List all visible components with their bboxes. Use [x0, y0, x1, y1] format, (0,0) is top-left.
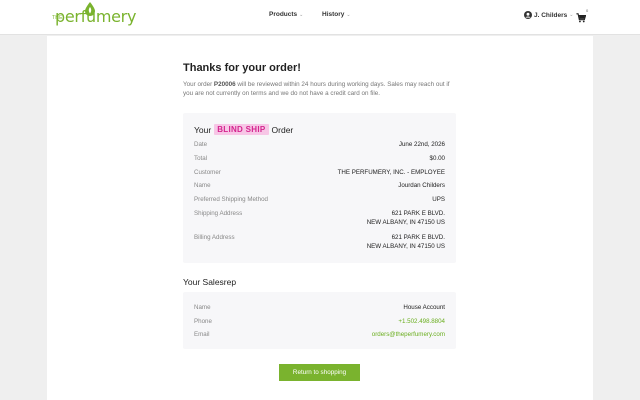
blind-ship-badge: BLIND SHIP: [214, 124, 269, 135]
user-account-menu[interactable]: J. Childers ⌄: [524, 11, 573, 19]
email-link[interactable]: orders@theperfumery.com: [372, 330, 445, 339]
row-value: House Account: [403, 304, 445, 311]
chevron-down-icon: ⌄: [346, 11, 351, 18]
row-value: 621 PARK E BLVD. NEW ALBANY, IN 47150 US: [367, 209, 445, 227]
perfumery-logo[interactable]: THE perfumery: [52, 2, 136, 32]
row-label: Name: [194, 304, 211, 311]
row-value: UPS: [432, 196, 445, 203]
nav-products-menu[interactable]: Products ⌄: [269, 11, 303, 18]
row-value: 621 PARK E BLVD. NEW ALBANY, IN 47150 US: [367, 233, 445, 251]
order-title-prefix: Your: [194, 124, 212, 135]
order-confirmation-header: Thanks for your order! Your order P20006…: [183, 62, 456, 98]
address-line-1: 621 PARK E BLVD.: [391, 234, 445, 241]
row-value: June 22nd, 2026: [398, 141, 445, 148]
row-label: Total: [194, 155, 208, 162]
row-label: Shipping Address: [194, 210, 243, 217]
chevron-down-icon: ⌄: [299, 11, 304, 18]
cart-button[interactable]: 0: [576, 8, 589, 28]
address-line-2: NEW ALBANY, IN 47150 US: [366, 219, 445, 226]
order-summary-card: Your BLIND SHIP Order Date June 22nd, 20…: [183, 113, 456, 263]
row-value: Jourdan Childers: [398, 182, 445, 189]
row-value: THE PERFUMERY, INC. - EMPLOYEE: [337, 169, 445, 176]
salesrep-section-title: Your Salesrep: [183, 277, 237, 287]
address-line-1: 621 PARK E BLVD.: [391, 210, 445, 217]
confirmation-message: Your order P20006 will be reviewed withi…: [183, 80, 456, 98]
row-label: Customer: [194, 169, 221, 176]
address-line-2: NEW ALBANY, IN 47150 US: [366, 243, 445, 250]
row-label: Email: [194, 331, 210, 338]
page-title: Thanks for your order!: [183, 62, 301, 74]
user-circle-icon: [524, 11, 532, 19]
row-value: $0.00: [429, 155, 445, 162]
cart-count-badge: 0: [586, 8, 589, 13]
nav-history-label: History: [322, 11, 345, 18]
row-label: Name: [194, 182, 211, 189]
leaf-drop-logo-icon: [85, 2, 95, 16]
order-title-suffix: Order: [271, 124, 294, 135]
row-label: Phone: [194, 318, 212, 325]
cart-icon: [576, 13, 587, 23]
row-label: Date: [194, 141, 208, 148]
phone-link[interactable]: +1.502.498.8804: [398, 317, 445, 326]
top-navigation-bar: THE perfumery Products ⌄ History ⌄ J. Ch…: [0, 0, 640, 35]
nav-history-menu[interactable]: History ⌄: [322, 11, 351, 18]
logo-wordmark: perfumery: [55, 7, 137, 26]
row-label: Preferred Shipping Method: [194, 196, 268, 203]
salesrep-card: Name House Account Phone +1.502.498.8804…: [183, 292, 456, 349]
nav-products-label: Products: [269, 11, 298, 18]
user-name-label: J. Childers: [534, 11, 568, 19]
intro-text-start: Your order: [183, 81, 214, 88]
logo-prefix: THE: [52, 15, 63, 21]
row-label: Billing Address: [194, 234, 235, 241]
return-to-shopping-button[interactable]: Return to shopping: [279, 364, 360, 381]
chevron-down-icon: ⌄: [569, 12, 574, 18]
order-id: P20006: [213, 81, 236, 88]
order-card-title: Your BLIND SHIP Order: [194, 124, 293, 135]
